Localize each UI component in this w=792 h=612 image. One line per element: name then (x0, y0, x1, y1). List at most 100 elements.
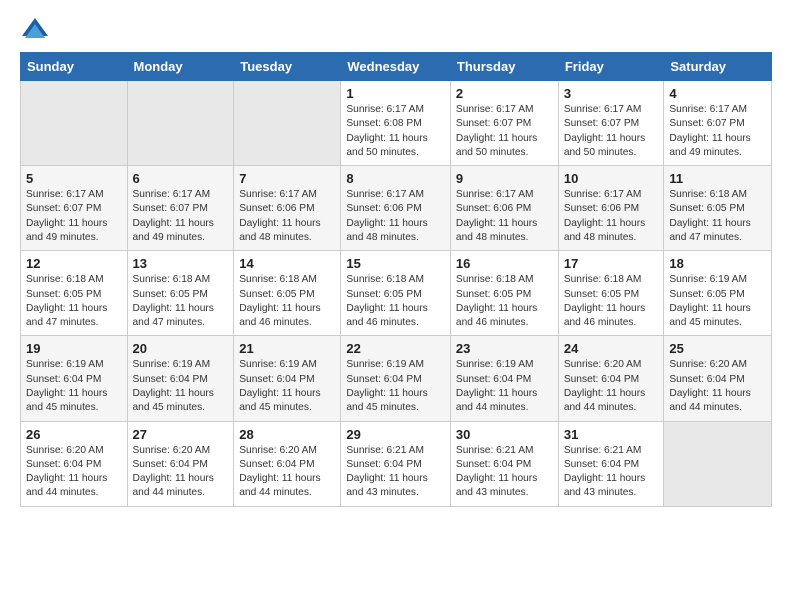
day-number: 17 (564, 256, 659, 271)
calendar-cell: 16Sunrise: 6:18 AMSunset: 6:05 PMDayligh… (450, 251, 558, 336)
calendar-cell: 15 Sunrise: 6:18 AMSunset: 6:05 PMDayligh… (341, 251, 451, 336)
day-number: 1 (346, 86, 445, 101)
calendar-cell: 10Sunrise: 6:17 AMSunset: 6:06 PMDayligh… (558, 166, 664, 251)
day-number: 29 (346, 427, 445, 442)
day-info: Sunrise: 6:17 AMSunset: 6:07 PMDaylight:… (26, 188, 122, 245)
day-info: Sunrise: 6:19 AMSunset: 6:05 PMDaylight:… (669, 273, 766, 330)
day-number: 20 (133, 341, 229, 356)
header-cell-friday: Friday (558, 53, 664, 81)
calendar-cell: 31 Sunrise: 6:21 AMSunset: 6:04 PMDayligh… (558, 421, 664, 506)
day-number: 24 (564, 341, 659, 356)
day-number: 31 (564, 427, 659, 442)
day-number: 15 (346, 256, 445, 271)
header-cell-monday: Monday (127, 53, 234, 81)
calendar-cell: 1 Sunrise: 6:17 AMSunset: 6:08 PMDaylight… (341, 81, 451, 166)
calendar-cell: 7 Sunrise: 6:17 AMSunset: 6:06 PMDaylight… (234, 166, 341, 251)
day-info: Sunrise: 6:19 AMSunset: 6:04 PMDaylight:… (26, 358, 122, 415)
day-info: Sunrise: 6:17 AMSunset: 6:07 PMDaylight:… (133, 188, 229, 245)
calendar-week-4: 19 Sunrise: 6:19 AMSunset: 6:04 PMDayligh… (21, 336, 772, 421)
calendar-cell: 27Sunrise: 6:20 AMSunset: 6:04 PMDayligh… (127, 421, 234, 506)
calendar-cell: 13 Sunrise: 6:18 AMSunset: 6:05 PMDayligh… (127, 251, 234, 336)
calendar-cell: 29 Sunrise: 6:21 AMSunset: 6:04 PMDayligh… (341, 421, 451, 506)
day-info: Sunrise: 6:17 AMSunset: 6:06 PMDaylight:… (456, 188, 553, 245)
day-number: 18 (669, 256, 766, 271)
day-info: Sunrise: 6:20 AMSunset: 6:04 PMDaylight:… (669, 358, 766, 415)
header-cell-saturday: Saturday (664, 53, 772, 81)
day-number: 10 (564, 171, 659, 186)
day-info: Sunrise: 6:17 AMSunset: 6:07 PMDaylight:… (456, 103, 553, 160)
day-info: Sunrise: 6:17 AMSunset: 6:07 PMDaylight:… (669, 103, 766, 160)
logo-icon (20, 16, 50, 46)
day-number: 6 (133, 171, 229, 186)
day-info: Sunrise: 6:19 AMSunset: 6:04 PMDaylight:… (133, 358, 229, 415)
day-info: Sunrise: 6:17 AMSunset: 6:06 PMDaylight:… (239, 188, 335, 245)
day-info: Sunrise: 6:18 AMSunset: 6:05 PMDaylight:… (26, 273, 122, 330)
day-info: Sunrise: 6:21 AMSunset: 6:04 PMDaylight:… (456, 444, 553, 501)
day-number: 7 (239, 171, 335, 186)
calendar-header: SundayMondayTuesdayWednesdayThursdayFrid… (21, 53, 772, 81)
calendar-cell: 9Sunrise: 6:17 AMSunset: 6:06 PMDaylight… (450, 166, 558, 251)
header-cell-thursday: Thursday (450, 53, 558, 81)
day-number: 12 (26, 256, 122, 271)
day-info: Sunrise: 6:20 AMSunset: 6:04 PMDaylight:… (564, 358, 659, 415)
calendar-cell: 6 Sunrise: 6:17 AMSunset: 6:07 PMDaylight… (127, 166, 234, 251)
header-cell-sunday: Sunday (21, 53, 128, 81)
calendar-cell (21, 81, 128, 166)
day-info: Sunrise: 6:20 AMSunset: 6:04 PMDaylight:… (133, 444, 229, 501)
calendar-cell (127, 81, 234, 166)
calendar-cell: 5Sunrise: 6:17 AMSunset: 6:07 PMDaylight… (21, 166, 128, 251)
calendar-cell: 24 Sunrise: 6:20 AMSunset: 6:04 PMDayligh… (558, 336, 664, 421)
day-info: Sunrise: 6:21 AMSunset: 6:04 PMDaylight:… (564, 444, 659, 501)
logo (20, 16, 54, 46)
day-number: 22 (346, 341, 445, 356)
day-number: 23 (456, 341, 553, 356)
day-number: 30 (456, 427, 553, 442)
day-number: 13 (133, 256, 229, 271)
day-number: 11 (669, 171, 766, 186)
day-info: Sunrise: 6:19 AMSunset: 6:04 PMDaylight:… (239, 358, 335, 415)
calendar-cell: 11Sunrise: 6:18 AMSunset: 6:05 PMDayligh… (664, 166, 772, 251)
calendar-cell: 26 Sunrise: 6:20 AMSunset: 6:04 PMDayligh… (21, 421, 128, 506)
day-info: Sunrise: 6:17 AMSunset: 6:06 PMDaylight:… (346, 188, 445, 245)
day-info: Sunrise: 6:17 AMSunset: 6:08 PMDaylight:… (346, 103, 445, 160)
day-info: Sunrise: 6:18 AMSunset: 6:05 PMDaylight:… (239, 273, 335, 330)
day-info: Sunrise: 6:17 AMSunset: 6:07 PMDaylight:… (564, 103, 659, 160)
calendar-table: SundayMondayTuesdayWednesdayThursdayFrid… (20, 52, 772, 507)
day-info: Sunrise: 6:18 AMSunset: 6:05 PMDaylight:… (456, 273, 553, 330)
calendar-week-1: 1 Sunrise: 6:17 AMSunset: 6:08 PMDaylight… (21, 81, 772, 166)
calendar-cell: 2 Sunrise: 6:17 AMSunset: 6:07 PMDaylight… (450, 81, 558, 166)
day-info: Sunrise: 6:19 AMSunset: 6:04 PMDaylight:… (346, 358, 445, 415)
calendar-cell: 18 Sunrise: 6:19 AMSunset: 6:05 PMDayligh… (664, 251, 772, 336)
calendar-week-3: 12 Sunrise: 6:18 AMSunset: 6:05 PMDayligh… (21, 251, 772, 336)
day-info: Sunrise: 6:18 AMSunset: 6:05 PMDaylight:… (564, 273, 659, 330)
calendar-cell: 17 Sunrise: 6:18 AMSunset: 6:05 PMDayligh… (558, 251, 664, 336)
day-info: Sunrise: 6:20 AMSunset: 6:04 PMDaylight:… (26, 444, 122, 501)
day-number: 4 (669, 86, 766, 101)
page-header (20, 16, 772, 46)
day-number: 2 (456, 86, 553, 101)
calendar-cell: 22 Sunrise: 6:19 AMSunset: 6:04 PMDayligh… (341, 336, 451, 421)
day-number: 19 (26, 341, 122, 356)
header-cell-tuesday: Tuesday (234, 53, 341, 81)
calendar-cell: 12 Sunrise: 6:18 AMSunset: 6:05 PMDayligh… (21, 251, 128, 336)
day-number: 26 (26, 427, 122, 442)
calendar-cell: 3Sunrise: 6:17 AMSunset: 6:07 PMDaylight… (558, 81, 664, 166)
day-info: Sunrise: 6:19 AMSunset: 6:04 PMDaylight:… (456, 358, 553, 415)
day-number: 14 (239, 256, 335, 271)
day-number: 25 (669, 341, 766, 356)
calendar-cell: 23 Sunrise: 6:19 AMSunset: 6:04 PMDayligh… (450, 336, 558, 421)
day-info: Sunrise: 6:18 AMSunset: 6:05 PMDaylight:… (133, 273, 229, 330)
day-info: Sunrise: 6:20 AMSunset: 6:04 PMDaylight:… (239, 444, 335, 501)
day-info: Sunrise: 6:21 AMSunset: 6:04 PMDaylight:… (346, 444, 445, 501)
calendar-cell (664, 421, 772, 506)
calendar-cell: 20 Sunrise: 6:19 AMSunset: 6:04 PMDayligh… (127, 336, 234, 421)
calendar-cell: 30 Sunrise: 6:21 AMSunset: 6:04 PMDayligh… (450, 421, 558, 506)
header-cell-wednesday: Wednesday (341, 53, 451, 81)
day-info: Sunrise: 6:18 AMSunset: 6:05 PMDaylight:… (346, 273, 445, 330)
calendar-week-2: 5Sunrise: 6:17 AMSunset: 6:07 PMDaylight… (21, 166, 772, 251)
day-number: 28 (239, 427, 335, 442)
day-number: 8 (346, 171, 445, 186)
calendar-week-5: 26 Sunrise: 6:20 AMSunset: 6:04 PMDayligh… (21, 421, 772, 506)
calendar-cell (234, 81, 341, 166)
calendar-body: 1 Sunrise: 6:17 AMSunset: 6:08 PMDaylight… (21, 81, 772, 507)
